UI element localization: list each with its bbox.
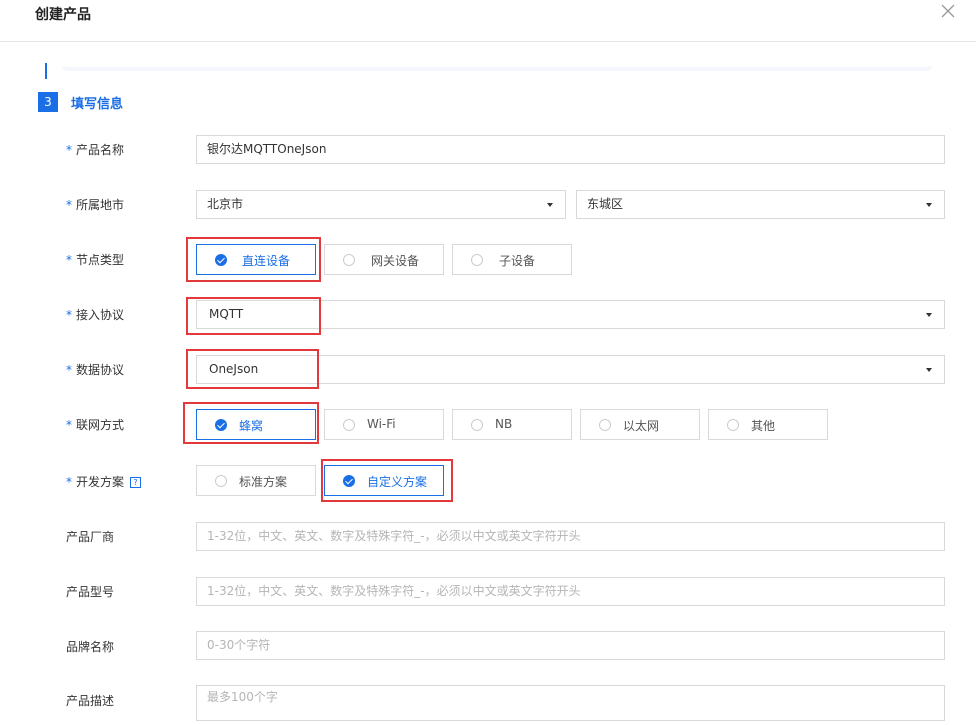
radio-icon: [471, 254, 483, 266]
help-icon[interactable]: ?: [130, 477, 142, 488]
manufacturer-label: 产品厂商: [66, 530, 115, 544]
dialog-title: 创建产品: [35, 7, 91, 23]
radio-icon: [215, 475, 227, 487]
option-label: 其他: [751, 419, 776, 433]
access-protocol-value: MQTT: [209, 307, 244, 321]
option-label: 子设备: [499, 254, 536, 268]
required-mark: *: [66, 143, 72, 157]
radio-icon: [599, 419, 611, 431]
radio-icon: [343, 419, 355, 431]
chevron-down-icon: [926, 368, 932, 372]
brand-label: 品牌名称: [66, 640, 115, 654]
option-label: 直连设备: [242, 254, 291, 268]
region-label: * 所属地市: [66, 198, 125, 212]
network-option-other[interactable]: 其他: [708, 409, 828, 440]
option-label: 网关设备: [371, 254, 420, 268]
network-option-ethernet[interactable]: 以太网: [580, 409, 700, 440]
required-mark: *: [66, 418, 72, 432]
radio-icon: [471, 419, 483, 431]
chevron-down-icon: [926, 313, 932, 317]
network-option-nb[interactable]: NB: [452, 409, 572, 440]
required-mark: *: [66, 475, 72, 489]
check-circle-icon: [343, 475, 355, 487]
description-label: 产品描述: [66, 694, 115, 708]
previous-step-card: [62, 43, 932, 71]
data-protocol-select[interactable]: OneJson: [196, 355, 945, 384]
dev-plan-label: * 开发方案?: [66, 473, 142, 490]
district-select[interactable]: 东城区: [576, 190, 945, 219]
dev-plan-option-standard[interactable]: 标准方案: [196, 465, 316, 496]
option-label: 蜂窝: [239, 419, 264, 433]
network-option-cellular[interactable]: 蜂窝: [196, 409, 316, 440]
option-label: 标准方案: [239, 475, 288, 489]
product-name-label: * 产品名称: [66, 143, 125, 157]
district-select-value: 东城区: [587, 197, 624, 211]
dialog-header: 创建产品: [0, 0, 976, 42]
access-protocol-select[interactable]: MQTT: [196, 300, 945, 329]
close-icon[interactable]: [940, 3, 956, 19]
brand-input[interactable]: 0-30个字符: [196, 631, 945, 660]
city-select-value: 北京市: [207, 197, 244, 211]
required-mark: *: [66, 198, 72, 212]
chevron-down-icon: [926, 203, 932, 207]
network-label: * 联网方式: [66, 418, 125, 432]
model-input[interactable]: 1-32位，中文、英文、数字及特殊字符_-，必须以中文或英文字符开头: [196, 577, 945, 606]
data-protocol-label: * 数据协议: [66, 363, 125, 377]
option-label: 自定义方案: [367, 475, 428, 489]
step-title: 填写信息: [71, 97, 124, 112]
previous-step-indicator: [45, 63, 47, 79]
manufacturer-input[interactable]: 1-32位，中文、英文、数字及特殊字符_-，必须以中文或英文字符开头: [196, 522, 945, 551]
radio-icon: [727, 419, 739, 431]
node-type-option-subdevice[interactable]: 子设备: [452, 244, 572, 275]
description-textarea[interactable]: 最多100个字: [196, 685, 945, 721]
check-circle-icon: [215, 254, 227, 266]
option-label: Wi-Fi: [367, 417, 396, 431]
model-label: 产品型号: [66, 585, 115, 599]
data-protocol-value: OneJson: [209, 362, 259, 376]
check-circle-icon: [215, 419, 227, 431]
city-select[interactable]: 北京市: [196, 190, 566, 219]
option-label: NB: [495, 417, 513, 431]
required-mark: *: [66, 363, 72, 377]
access-protocol-label: * 接入协议: [66, 308, 125, 322]
node-type-option-direct[interactable]: 直连设备: [196, 244, 316, 275]
network-option-wifi[interactable]: Wi-Fi: [324, 409, 444, 440]
product-name-input[interactable]: 银尔达MQTTOneJson: [196, 135, 945, 164]
required-mark: *: [66, 308, 72, 322]
dev-plan-option-custom[interactable]: 自定义方案: [324, 465, 444, 496]
chevron-down-icon: [547, 203, 553, 207]
radio-icon: [343, 254, 355, 266]
step-number-badge: 3: [38, 92, 58, 112]
required-mark: *: [66, 253, 72, 267]
option-label: 以太网: [623, 419, 660, 433]
node-type-option-gateway[interactable]: 网关设备: [324, 244, 444, 275]
node-type-label: * 节点类型: [66, 253, 125, 267]
